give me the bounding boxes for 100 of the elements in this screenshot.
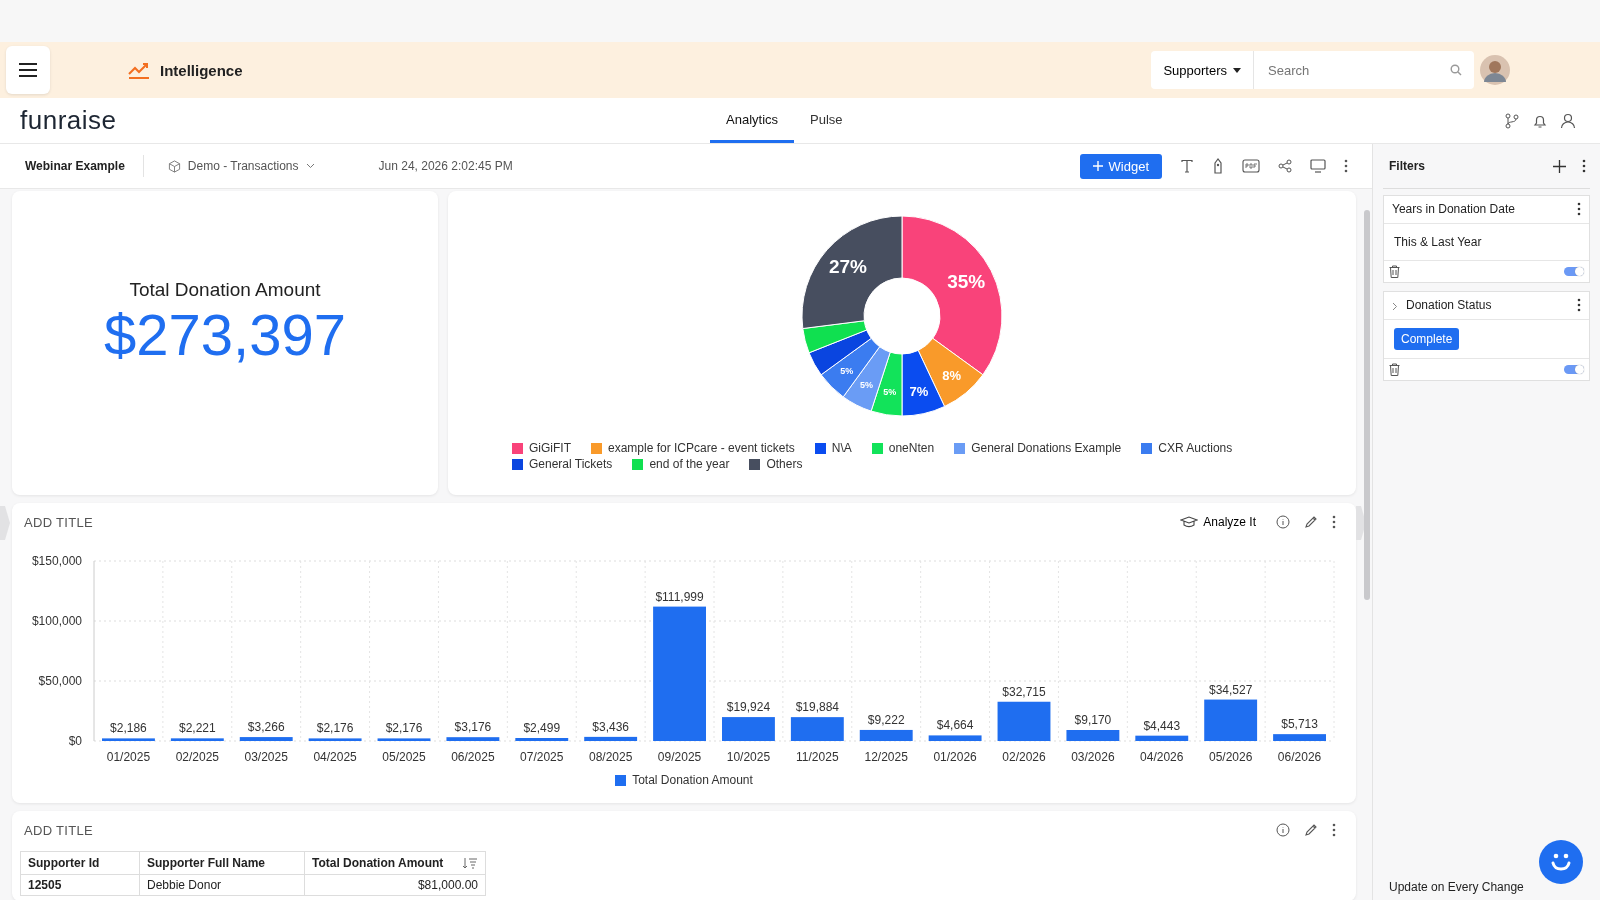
info-icon[interactable] [1276, 823, 1290, 837]
y-axis-label: $100,000 [31, 614, 82, 628]
more-icon[interactable] [1332, 515, 1336, 529]
mortarboard-icon [1180, 516, 1199, 528]
bar-value-label: $9,222 [867, 712, 905, 727]
legend-item[interactable]: N\A [814, 441, 852, 455]
x-axis-label: 03/2026 [1071, 750, 1115, 764]
slice-label: 5% [860, 379, 874, 390]
pencil-icon[interactable] [1304, 823, 1318, 837]
legend-item[interactable]: example for ICPcare - event tickets [591, 441, 795, 455]
toggle-switch[interactable] [1564, 365, 1584, 374]
menu-icon [18, 62, 38, 78]
scope-dropdown[interactable]: Supporters [1151, 51, 1254, 89]
table-cell: $81,000.00 [304, 874, 486, 896]
x-axis-label: 07/2025 [520, 750, 564, 764]
info-icon[interactable] [1276, 515, 1290, 529]
monitor-icon[interactable] [1310, 159, 1326, 173]
more-icon[interactable] [1577, 298, 1581, 312]
more-icon[interactable] [1577, 202, 1581, 216]
bar [722, 717, 775, 741]
legend-item[interactable]: Others [749, 457, 803, 471]
caret-icon [1233, 67, 1241, 73]
trend-line-icon [128, 61, 150, 79]
bar-value-label: $4,443 [1143, 718, 1181, 733]
legend-item[interactable]: General Donations Example [954, 441, 1122, 455]
x-axis-label: 05/2025 [382, 750, 426, 764]
bar-value-label: $2,499 [523, 721, 561, 735]
user-icon[interactable] [1560, 112, 1576, 129]
filter-name: Years in Donation Date [1392, 202, 1516, 217]
document-icon[interactable] [1242, 159, 1260, 173]
analyze-button[interactable]: Analyze It [1174, 514, 1262, 530]
widget-title[interactable]: ADD TITLE [24, 822, 93, 838]
bar [446, 737, 500, 741]
chevron-right-icon[interactable] [1392, 302, 1398, 311]
avatar[interactable] [1480, 55, 1510, 85]
search-field[interactable]: Search [1254, 51, 1474, 89]
tag-icon[interactable] [1212, 158, 1224, 174]
bar-value-label: $3,266 [247, 720, 285, 735]
column-header[interactable]: Total Donation Amount [304, 851, 486, 875]
more-icon[interactable] [1344, 159, 1348, 173]
bar-value-label: $5,713 [1281, 717, 1318, 732]
bar-value-label: $2,221 [179, 721, 216, 736]
kpi-value: $273,397 [104, 300, 346, 368]
column-header[interactable]: Supporter Id [20, 851, 140, 875]
bar [515, 738, 569, 741]
legend-item[interactable]: GiGiFIT [512, 441, 571, 455]
text-icon[interactable] [1180, 159, 1194, 173]
plus-icon [1092, 161, 1103, 171]
bar-value-label: $111,999 [655, 589, 704, 604]
legend-item[interactable]: oneNten [871, 441, 935, 455]
share-icon[interactable] [1278, 159, 1292, 173]
x-axis-label: 09/2025 [657, 750, 702, 764]
widget-title[interactable]: ADD TITLE [24, 514, 93, 530]
bar-value-label: $4,664 [936, 718, 974, 733]
nav-tab[interactable]: Pulse [794, 98, 859, 143]
legend-item[interactable]: General Tickets [512, 457, 613, 471]
slice-label: 8% [942, 367, 962, 383]
bar [102, 738, 155, 741]
add-widget-button[interactable]: Widget [1079, 153, 1162, 179]
x-axis-label: 08/2025 [588, 750, 633, 764]
x-axis-label: 06/2025 [451, 750, 495, 764]
bar-value-label: $2,176 [316, 721, 354, 736]
chat-button[interactable] [1539, 840, 1583, 884]
filter-chip[interactable]: Complete [1394, 328, 1460, 350]
x-axis-label: 06/2026 [1277, 750, 1322, 764]
slice-label: 7% [909, 383, 929, 399]
legend-item[interactable]: CXR Auctions [1141, 441, 1233, 455]
branch-icon[interactable] [1504, 112, 1520, 129]
bar-value-label: $19,924 [726, 700, 771, 715]
slice-label: 5% [883, 387, 897, 398]
more-icon[interactable] [1332, 823, 1336, 837]
bar-value-label: $9,170 [1074, 713, 1112, 727]
table-cell: Debbie Donor [139, 874, 305, 896]
legend-item[interactable]: end of the year [632, 457, 730, 471]
column-header[interactable]: Supporter Full Name [139, 851, 305, 875]
bar [1204, 699, 1258, 741]
more-icon[interactable] [1582, 159, 1586, 173]
menu-button[interactable] [6, 46, 50, 94]
x-axis-label: 11/2025 [796, 750, 839, 764]
trash-icon[interactable] [1389, 265, 1400, 278]
bar [997, 701, 1051, 741]
trash-icon[interactable] [1389, 363, 1400, 376]
pencil-icon[interactable] [1304, 515, 1318, 529]
add-icon[interactable] [1553, 159, 1566, 173]
slice-label: 35% [947, 271, 986, 293]
bar [584, 736, 638, 741]
timestamp: Jun 24, 2026 2:02:45 PM [378, 159, 513, 173]
bar [1135, 735, 1189, 741]
legend-item[interactable]: Total Donation Amount [615, 773, 753, 787]
x-axis-label: 02/2025 [175, 750, 220, 764]
filter-value: This & Last Year [1394, 235, 1482, 249]
x-axis-label: 10/2025 [726, 750, 771, 764]
slice-label: 5% [840, 365, 854, 376]
x-axis-label: 05/2026 [1208, 750, 1253, 764]
bar [1273, 734, 1326, 741]
datasource-dropdown[interactable]: Demo - Transactions [161, 158, 321, 174]
toggle-switch[interactable] [1564, 267, 1584, 276]
x-axis-label: 01/2026 [933, 750, 977, 764]
logo[interactable]: funraise [20, 105, 710, 136]
panel-title: Filters [1389, 159, 1425, 173]
